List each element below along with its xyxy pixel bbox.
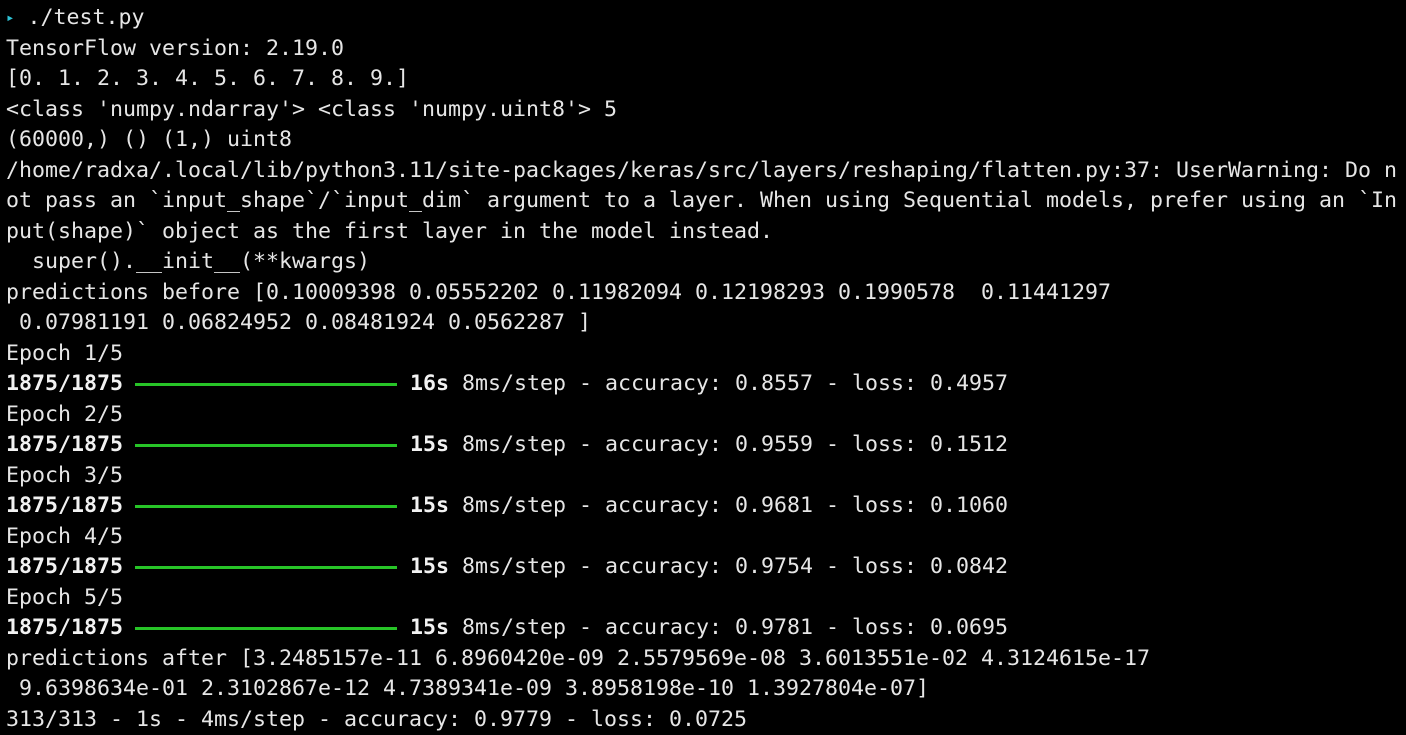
output-line: 0.07981191 0.06824952 0.08481924 0.05622… [6,308,1406,339]
output-line: <class 'numpy.ndarray'> <class 'numpy.ui… [6,95,1406,126]
progress-bar-fill [135,383,397,386]
epoch-label: Epoch 2/5 [6,400,1406,431]
step-count: 1875/1875 [6,371,123,396]
elapsed-time: 15s [410,554,449,579]
step-count: 1875/1875 [6,554,123,579]
metrics-text: 8ms/step - accuracy: 0.9781 - loss: 0.06… [449,615,1008,640]
progress-bar [135,430,397,461]
metrics-text: 8ms/step - accuracy: 0.9754 - loss: 0.08… [449,554,1008,579]
step-count: 1875/1875 [6,493,123,518]
training-progress-line: 1875/1875 15s 8ms/step - accuracy: 0.9754… [6,552,1406,583]
elapsed-time: 15s [410,493,449,518]
step-count: 1875/1875 [6,615,123,640]
training-progress-line: 1875/1875 16s 8ms/step - accuracy: 0.8557… [6,369,1406,400]
training-progress-line: 1875/1875 15s 8ms/step - accuracy: 0.9681… [6,491,1406,522]
progress-bar-fill [135,444,397,447]
output-line: (60000,) () (1,) uint8 [6,125,1406,156]
progress-bar-fill [135,627,397,630]
warning-line: put(shape)` object as the first layer in… [6,217,1406,248]
output-line: predictions after [3.2485157e-11 6.89604… [6,644,1406,675]
metrics-text: 8ms/step - accuracy: 0.8557 - loss: 0.49… [449,371,1008,396]
step-count: 1875/1875 [6,432,123,457]
elapsed-time: 15s [410,615,449,640]
warning-line: /home/radxa/.local/lib/python3.11/site-p… [6,156,1406,187]
prompt-line: ▸ ./test.py [6,3,1406,34]
metrics-text: 8ms/step - accuracy: 0.9559 - loss: 0.15… [449,432,1008,457]
training-progress-line: 1875/1875 15s 8ms/step - accuracy: 0.9559… [6,430,1406,461]
epoch-label: Epoch 4/5 [6,522,1406,553]
warning-line: super().__init__(**kwargs) [6,247,1406,278]
progress-bar-fill [135,566,397,569]
output-line: TensorFlow version: 2.19.0 [6,34,1406,65]
prompt-arrow-icon: ▸ [6,3,14,34]
progress-bar [135,491,397,522]
warning-line: ot pass an `input_shape`/`input_dim` arg… [6,186,1406,217]
evaluation-line: 313/313 - 1s - 4ms/step - accuracy: 0.97… [6,705,1406,735]
training-progress-line: 1875/1875 15s 8ms/step - accuracy: 0.9781… [6,613,1406,644]
progress-bar [135,613,397,644]
epoch-label: Epoch 3/5 [6,461,1406,492]
output-line: 9.6398634e-01 2.3102867e-12 4.7389341e-0… [6,674,1406,705]
progress-bar [135,552,397,583]
progress-bar [135,369,397,400]
terminal-window[interactable]: ▸ ./test.py TensorFlow version: 2.19.0 [… [0,0,1406,734]
epoch-label: Epoch 5/5 [6,583,1406,614]
output-line: [0. 1. 2. 3. 4. 5. 6. 7. 8. 9.] [6,64,1406,95]
elapsed-time: 15s [410,432,449,457]
elapsed-time: 16s [410,371,449,396]
epoch-label: Epoch 1/5 [6,339,1406,370]
command-text: ./test.py [27,5,144,30]
output-line: predictions before [0.10009398 0.0555220… [6,278,1406,309]
metrics-text: 8ms/step - accuracy: 0.9681 - loss: 0.10… [449,493,1008,518]
progress-bar-fill [135,505,397,508]
